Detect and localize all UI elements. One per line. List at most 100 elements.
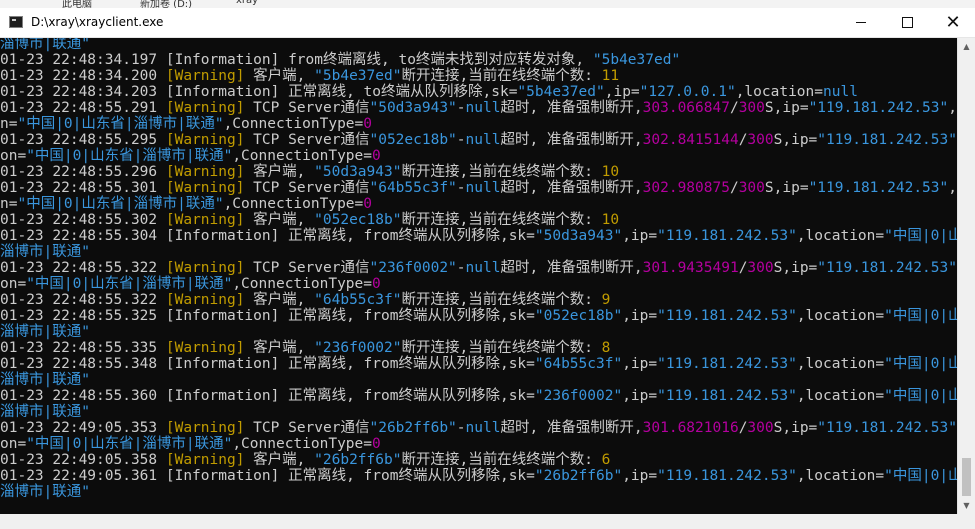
log-segment: "26b2ff6b" — [534, 468, 623, 484]
log-segment: 01-23 22:48:55.302 — [0, 212, 166, 228]
log-segment: on= — [0, 148, 27, 164]
log-segment: 客户端, — [244, 68, 315, 84]
log-segment: 01-23 22:48:55.335 — [0, 340, 166, 356]
scroll-down-arrow-icon[interactable]: ▼ — [958, 497, 975, 514]
maximize-button[interactable] — [884, 8, 930, 37]
log-segment: 301.6821016 — [642, 420, 739, 436]
log-segment: TCP Server通信 — [244, 260, 370, 276]
log-segment: 9 — [601, 292, 611, 308]
log-segment: 01-23 22:48:55.295 — [0, 132, 166, 148]
log-segment: "50d3a943" — [534, 228, 623, 244]
log-line: 01-23 22:48:55.295 [Warning] TCP Server通… — [0, 132, 957, 148]
log-segment: 客户端, — [244, 340, 315, 356]
log-segment: n= — [0, 116, 18, 132]
console-app-icon[interactable] — [9, 16, 23, 28]
log-segment: 0 — [372, 436, 381, 452]
log-segment: 淄博市|联通" — [0, 404, 90, 420]
window-titlebar[interactable]: D:\xray\xrayclient.exe ✕ — [0, 8, 975, 38]
window-title: D:\xray\xrayclient.exe — [31, 15, 164, 29]
log-segment: ,ConnectionType= — [232, 148, 372, 164]
log-segment: "64b55c3f" — [534, 356, 623, 372]
log-segment: "64b55c3f" — [314, 292, 402, 308]
log-segment: null — [465, 100, 501, 116]
log-segment: [Warning] — [165, 340, 245, 356]
log-segment: 01-23 22:48:55.291 — [0, 100, 166, 116]
scrollbar-thumb[interactable] — [962, 458, 971, 496]
log-segment: ,location= — [796, 388, 885, 404]
log-segment: - — [456, 180, 466, 196]
log-segment: "119.181.242.53" — [817, 260, 957, 276]
log-segment: 淄博市|联通" — [0, 324, 90, 340]
log-line: n="中国|0|山东省|淄博市|联通",ConnectionType=0 — [0, 196, 957, 212]
log-line: 淄博市|联通" — [0, 38, 957, 52]
console-output[interactable]: 淄博市|联通" 01-23 22:48:34.197 [Information] … — [0, 38, 957, 514]
log-segment: 303.066847 — [642, 100, 730, 116]
log-segment: 302.8415144 — [642, 132, 739, 148]
log-segment: 01-23 22:48:34.197 [Information] from终端离… — [0, 52, 593, 68]
log-segment: [Warning] — [165, 68, 245, 84]
log-segment: TCP Server通信 — [244, 100, 370, 116]
log-segment: "119.181.242.53" — [657, 228, 797, 244]
log-segment: 01-23 22:48:55.325 [Information] 正常离线, f… — [0, 308, 535, 324]
log-segment: 淄博市|联通" — [0, 38, 90, 52]
log-segment: 301.9435491 — [642, 260, 739, 276]
log-line: 01-23 22:48:55.360 [Information] 正常离线, f… — [0, 388, 957, 404]
log-segment: 客户端, — [244, 164, 315, 180]
log-line: 淄博市|联通" — [0, 244, 957, 260]
log-segment: ,ip= — [622, 356, 658, 372]
log-line: 01-23 22:48:55.322 [Warning] TCP Server通… — [0, 260, 957, 276]
log-segment: [Warning] — [165, 132, 245, 148]
log-segment: [Warning] — [165, 420, 245, 436]
log-segment: TCP Server通信 — [244, 180, 370, 196]
log-segment: 01-23 22:48:55.304 [Information] 正常离线, f… — [0, 228, 535, 244]
log-segment: ,ip= — [604, 84, 640, 100]
log-segment: "中国|0|山东省| — [884, 388, 957, 404]
log-segment: ,ip= — [622, 388, 658, 404]
log-segment: 01-23 22:49:05.361 [Information] 正常离线, f… — [0, 468, 535, 484]
log-segment: 01-23 22:48:55.322 — [0, 292, 166, 308]
log-segment: ,location= — [796, 308, 885, 324]
log-segment: 300 — [738, 100, 765, 116]
log-segment: 断开连接,当前在线终端个数: — [401, 164, 602, 180]
log-segment: 01-23 22:48:55.348 [Information] 正常离线, f… — [0, 356, 535, 372]
breadcrumb-item[interactable]: 新加卷 (D:) — [140, 0, 192, 8]
log-segment: 客户端, — [244, 292, 315, 308]
vertical-scrollbar[interactable]: ▲ ▼ — [957, 38, 975, 514]
log-segment: 11 — [601, 68, 620, 84]
log-segment: S,ip= — [773, 132, 818, 148]
log-segment: 01-23 22:48:55.296 — [0, 164, 166, 180]
minimize-button[interactable] — [838, 8, 884, 37]
log-segment: 10 — [601, 212, 620, 228]
log-segment: null — [823, 84, 858, 100]
log-segment: 超时, 准备强制断开, — [500, 132, 643, 148]
log-segment: 8 — [601, 340, 611, 356]
log-line: 01-23 22:48:55.348 [Information] 正常离线, f… — [0, 356, 957, 372]
log-segment: null — [465, 420, 501, 436]
log-segment: 0 — [372, 148, 381, 164]
log-segment: ,location= — [735, 84, 823, 100]
scroll-up-arrow-icon[interactable]: ▲ — [958, 38, 975, 55]
log-segment: 01-23 22:48:55.322 — [0, 260, 166, 276]
log-segment: ,ConnectionType= — [223, 116, 364, 132]
log-segment: S,ip= — [764, 100, 809, 116]
log-segment: 超时, 准备强制断开, — [500, 180, 643, 196]
log-line: 01-23 22:48:34.200 [Warning] 客户端, "5b4e3… — [0, 68, 957, 84]
log-line: on="中国|0|山东省|淄博市|联通",ConnectionType=0 — [0, 148, 957, 164]
log-segment: 超时, 准备强制断开, — [500, 420, 643, 436]
log-segment: / — [729, 180, 739, 196]
close-icon: ✕ — [945, 12, 961, 33]
log-segment: 超时, 准备强制断开, — [500, 100, 643, 116]
log-segment: "119.181.242.53" — [808, 180, 949, 196]
log-segment: "119.181.242.53" — [657, 388, 797, 404]
log-line: 01-23 22:48:55.291 [Warning] TCP Server通… — [0, 100, 957, 116]
log-segment: 0 — [372, 276, 381, 292]
log-segment: "中国|0|山东省|淄博市|联通" — [17, 196, 224, 212]
breadcrumb-item[interactable]: xray — [236, 0, 258, 6]
log-line: 01-23 22:48:55.301 [Warning] TCP Server通… — [0, 180, 957, 196]
log-line: 01-23 22:48:55.302 [Warning] 客户端, "052ec… — [0, 212, 957, 228]
log-segment: / — [729, 100, 739, 116]
breadcrumb-item[interactable]: 此电脑 — [62, 0, 92, 8]
close-button[interactable]: ✕ — [930, 8, 975, 37]
log-line: 01-23 22:48:55.304 [Information] 正常离线, f… — [0, 228, 957, 244]
log-segment: "119.181.242.53" — [808, 100, 949, 116]
